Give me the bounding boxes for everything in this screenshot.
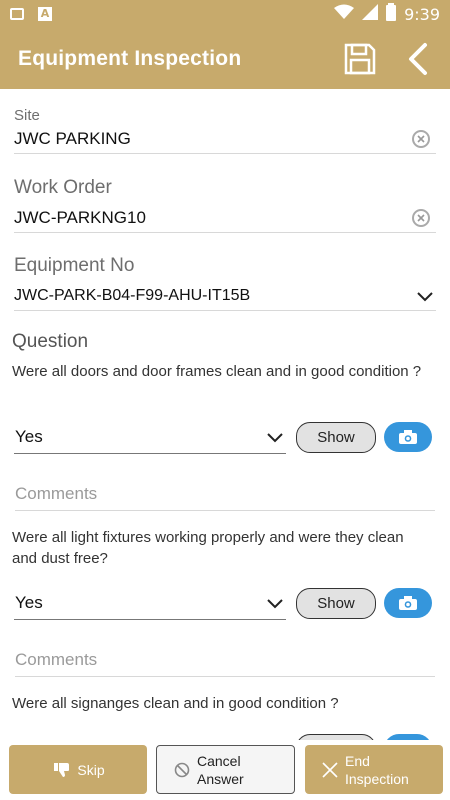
equipment-field: Equipment No JWC-PARK-B04-F99-AHU-IT15B bbox=[14, 255, 436, 311]
skip-label: Skip bbox=[77, 761, 105, 778]
show-button-1[interactable]: Show bbox=[296, 421, 376, 453]
page-title: Equipment Inspection bbox=[18, 46, 242, 70]
work-order-field: Work Order JWC-PARKNG10 bbox=[14, 177, 436, 233]
bottom-action-bar: Skip Cancel Answer End Inspection bbox=[0, 740, 450, 800]
cancel-answer-label-1: Cancel bbox=[197, 752, 241, 769]
end-inspection-label-2: Inspection bbox=[345, 770, 409, 787]
clock: 9:39 bbox=[404, 4, 440, 24]
end-inspection-button[interactable]: End Inspection bbox=[305, 745, 443, 794]
signal-icon bbox=[362, 4, 379, 24]
image-notification-icon bbox=[10, 8, 24, 20]
answer-select-2[interactable]: Yes bbox=[14, 586, 286, 620]
site-label: Site bbox=[14, 107, 40, 124]
comments-input-1[interactable]: Comments bbox=[15, 479, 435, 511]
site-input[interactable]: JWC PARKING bbox=[14, 129, 412, 149]
equipment-value: JWC-PARK-B04-F99-AHU-IT15B bbox=[14, 286, 251, 304]
answer-row-1: Yes Show bbox=[14, 419, 436, 455]
work-order-label: Work Order bbox=[14, 177, 112, 198]
question-text-1: Were all doors and door frames clean and… bbox=[12, 363, 422, 380]
save-icon bbox=[344, 43, 376, 74]
answer-row-2: Yes Show bbox=[14, 585, 436, 621]
site-field: Site JWC PARKING bbox=[14, 107, 436, 154]
save-button[interactable] bbox=[342, 41, 378, 77]
a-notification-icon: A bbox=[38, 7, 52, 21]
show-button-2[interactable]: Show bbox=[296, 587, 376, 619]
equipment-select[interactable]: JWC-PARK-B04-F99-AHU-IT15B bbox=[14, 281, 436, 311]
chevron-down-icon bbox=[267, 598, 283, 608]
app-bar: Equipment Inspection bbox=[0, 28, 450, 89]
battery-icon bbox=[386, 3, 397, 25]
answer-value-2: Yes bbox=[15, 592, 43, 612]
thumbs-down-icon bbox=[51, 762, 73, 777]
question-text-2: Were all light fixtures working properly… bbox=[12, 529, 404, 567]
answer-value-1: Yes bbox=[15, 426, 43, 446]
cancel-icon bbox=[171, 762, 193, 778]
question-heading: Question bbox=[12, 331, 89, 352]
skip-button[interactable]: Skip bbox=[9, 745, 147, 794]
clear-work-order-icon[interactable] bbox=[412, 208, 430, 227]
camera-button-2[interactable] bbox=[384, 588, 432, 618]
answer-select-1[interactable]: Yes bbox=[14, 420, 286, 454]
work-order-input[interactable]: JWC-PARKNG10 bbox=[14, 208, 412, 228]
status-bar: A 9:39 bbox=[0, 0, 450, 28]
camera-button-1[interactable] bbox=[384, 422, 432, 452]
camera-icon bbox=[399, 430, 417, 444]
end-inspection-label-1: End bbox=[345, 752, 370, 769]
close-icon bbox=[319, 761, 341, 779]
back-arrow-icon bbox=[409, 42, 427, 75]
clear-site-icon[interactable] bbox=[412, 129, 430, 148]
back-button[interactable] bbox=[400, 41, 436, 77]
answer-row-3 bbox=[14, 731, 436, 740]
camera-icon bbox=[399, 596, 417, 610]
cancel-answer-label-2: Answer bbox=[197, 770, 244, 787]
question-text-3: Were all signanges clean and in good con… bbox=[12, 695, 339, 712]
chevron-down-icon bbox=[267, 432, 283, 442]
inspection-form: Site JWC PARKING Work Order JWC-PARKNG10… bbox=[0, 89, 450, 740]
equipment-label: Equipment No bbox=[14, 255, 135, 276]
cancel-answer-button[interactable]: Cancel Answer bbox=[156, 745, 295, 794]
comments-input-2[interactable]: Comments bbox=[15, 645, 435, 677]
wifi-icon bbox=[334, 4, 355, 24]
answer-select-3[interactable] bbox=[14, 732, 286, 740]
chevron-down-icon bbox=[417, 291, 433, 301]
